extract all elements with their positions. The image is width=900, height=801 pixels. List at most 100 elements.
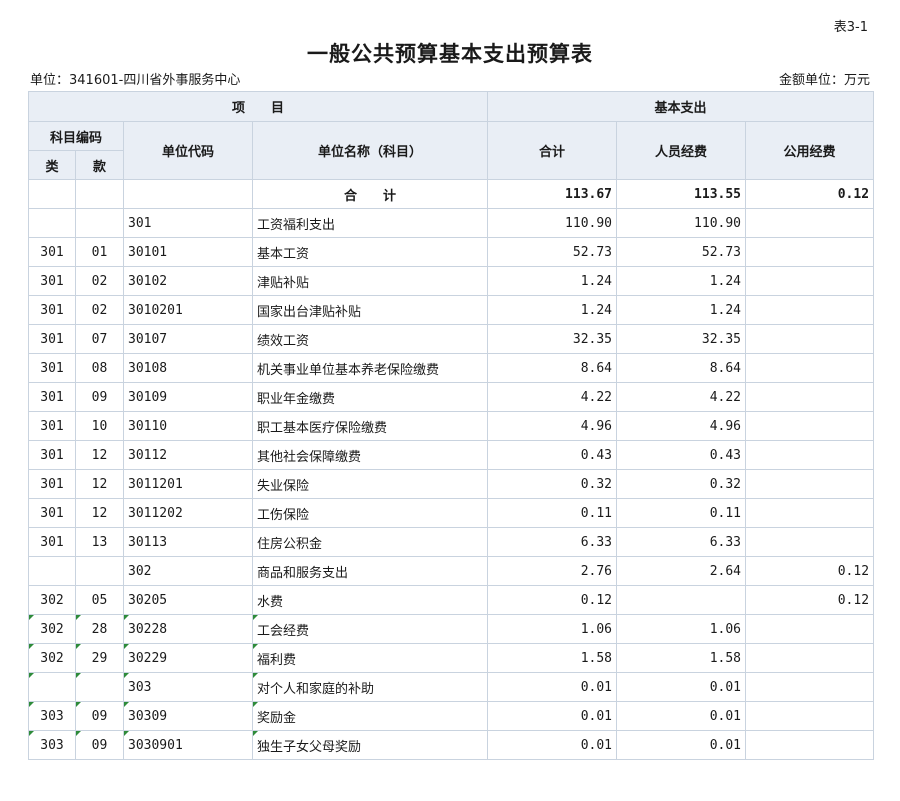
cell-marker-icon [76,615,81,620]
header-unit-name: 单位名称（科目） [251,121,489,180]
cell-total: 0.01 [487,701,618,731]
cell-public [745,730,875,760]
cell-total: 6.33 [487,527,618,557]
cell-kuan: 09 [75,701,124,731]
cell-personnel: 1.58 [616,643,747,673]
cell-personnel: 6.33 [616,527,747,557]
cell-unit-name: 基本工资 [251,237,489,267]
cell-lei: 301 [28,324,76,354]
header-basic-expense: 基本支出 [487,91,875,122]
cell-unit-name: 机关事业单位基本养老保险缴费 [251,353,489,383]
cell-total: 0.32 [487,469,618,499]
header-personnel: 人员经费 [616,121,747,180]
cell-kuan: 02 [75,266,124,296]
cell-marker-icon [253,673,258,678]
cell-lei: 302 [28,614,76,644]
cell-lei: 301 [28,295,76,325]
cell-lei: 302 [28,643,76,673]
cell-total: 0.12 [487,585,618,615]
cell-unit-code: 30205 [123,585,253,615]
table-row: 302 29 30229 福利费 1.58 1.58 [28,643,875,673]
cell-unit-name: 商品和服务支出 [251,556,489,586]
cell-total: 1.06 [487,614,618,644]
cell-lei: 302 [28,585,76,615]
cell-unit-code: 30229 [123,643,253,673]
cell-unit-code: 30228 [123,614,253,644]
cell-marker-icon [124,644,129,649]
cell-unit-code: 30101 [123,237,253,267]
cell-personnel: 1.24 [616,295,747,325]
cell-public [745,266,875,296]
table-row: 303 09 3030901 独生子女父母奖励 0.01 0.01 [28,730,875,760]
cell-kuan: 09 [75,382,124,412]
cell-kuan: 09 [75,730,124,760]
cell-public: 0.12 [745,556,875,586]
cell-marker-icon [29,644,34,649]
budget-table: 项 目 基本支出 科目编码 单位代码 单位名称（科目） 合计 人员经费 公用经费… [27,91,875,760]
table-row: 302 28 30228 工会经费 1.06 1.06 [28,614,875,644]
cell-public [745,411,875,441]
cell-lei: 301 [28,237,76,267]
table-row: 301 工资福利支出 110.90 110.90 [28,208,875,238]
cell-marker-icon [29,615,34,620]
cell-marker-icon [29,673,34,678]
table-row: 301 12 30112 其他社会保障缴费 0.43 0.43 [28,440,875,470]
cell-kuan: 12 [75,469,124,499]
cell-public: 0.12 [745,585,875,615]
cell-public [745,643,875,673]
cell-public [745,614,875,644]
cell-unit-code: 30108 [123,353,253,383]
table-row: 301 12 3011201 失业保险 0.32 0.32 [28,469,875,499]
table-row: 301 01 30101 基本工资 52.73 52.73 [28,237,875,267]
cell-unit-name: 住房公积金 [251,527,489,557]
cell-personnel: 0.43 [616,440,747,470]
cell-kuan: 28 [75,614,124,644]
cell-personnel [616,585,747,615]
cell-total: 8.64 [487,353,618,383]
cell-kuan: 10 [75,411,124,441]
cell-total: 1.24 [487,295,618,325]
cell-kuan: 29 [75,643,124,673]
cell-kuan: 07 [75,324,124,354]
cell-marker-icon [253,731,258,736]
table-row: 302 商品和服务支出 2.76 2.64 0.12 [28,556,875,586]
cell-kuan: 05 [75,585,124,615]
cell-unit-code: 302 [123,556,253,586]
total-personnel: 113.55 [616,179,747,209]
cell-kuan: 12 [75,498,124,528]
cell-unit-code: 303 [123,672,253,702]
cell-unit-name: 工资福利支出 [251,208,489,238]
cell-unit-name: 职业年金缴费 [251,382,489,412]
cell-personnel: 8.64 [616,353,747,383]
cell-lei: 301 [28,469,76,499]
cell-personnel: 4.22 [616,382,747,412]
cell-public [745,382,875,412]
cell-marker-icon [76,702,81,707]
currency-unit-label: 金额单位：万元 [778,73,870,88]
cell-total: 4.22 [487,382,618,412]
cell-kuan: 13 [75,527,124,557]
cell-unit-name: 失业保险 [251,469,489,499]
header-lei: 类 [28,150,76,180]
cell-unit-name: 绩效工资 [251,324,489,354]
table-row: 301 08 30108 机关事业单位基本养老保险缴费 8.64 8.64 [28,353,875,383]
cell-total: 2.76 [487,556,618,586]
cell-marker-icon [124,615,129,620]
total-public: 0.12 [745,179,875,209]
cell-kuan [75,672,124,702]
cell-unit-name: 福利费 [251,643,489,673]
cell-marker-icon [76,673,81,678]
cell-unit-code: 30109 [123,382,253,412]
cell-marker-icon [253,644,258,649]
cell-public [745,295,875,325]
cell-lei: 301 [28,266,76,296]
cell-personnel: 0.01 [616,730,747,760]
cell-personnel: 0.32 [616,469,747,499]
table-row: 303 09 30309 奖励金 0.01 0.01 [28,701,875,731]
header-xiangmu: 项 目 [27,91,489,122]
cell-lei: 301 [28,527,76,557]
cell-kuan: 02 [75,295,124,325]
cell-unit-code: 3011201 [123,469,253,499]
cell-unit-name: 对个人和家庭的补助 [251,672,489,702]
cell-personnel: 52.73 [616,237,747,267]
